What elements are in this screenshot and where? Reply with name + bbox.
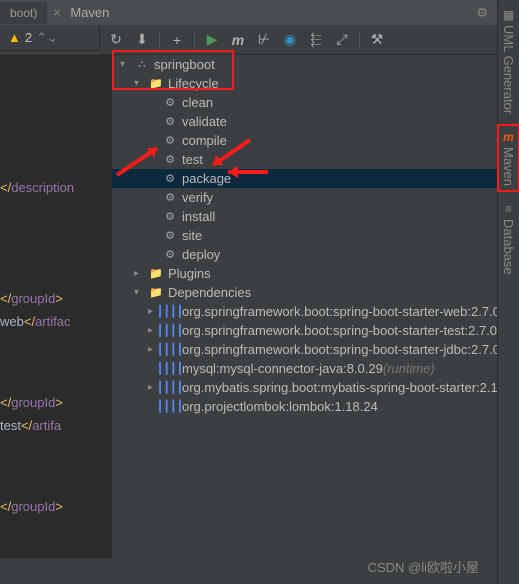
dependency-item[interactable]: ┃┃┃┃ org.projectlombok:lombok:1.18.24 — [112, 397, 519, 416]
settings-icon[interactable]: ⚒ — [365, 28, 389, 52]
goal-label: deploy — [182, 247, 220, 262]
generate-sources-icon[interactable]: ⬇ — [130, 28, 154, 52]
project-node[interactable]: ▾ ⛬ springboot — [112, 55, 519, 74]
problems-bar: ▲ 2 ⌃⌄ — [0, 25, 100, 51]
library-icon: ┃┃┃┃ — [162, 305, 178, 318]
execute-maven-icon[interactable]: m — [226, 28, 250, 52]
dep-label: org.springframework.boot:spring-boot-sta… — [182, 323, 497, 338]
library-icon: ┃┃┃┃ — [162, 343, 178, 356]
library-icon: ┃┃┃┃ — [162, 324, 178, 337]
cycle-icon[interactable]: ◉ — [278, 28, 302, 52]
library-icon: ┃┃┃┃ — [162, 362, 178, 375]
folder-icon: 📁 — [148, 77, 164, 90]
maven-toolbar: ↻ ⬇ + ▶ m ⊬ ◉ ⬱ ⤢ ⚒ — [100, 25, 519, 55]
goal-label: verify — [182, 190, 213, 205]
chevron-down-icon[interactable]: ▾ — [134, 287, 148, 298]
lifecycle-goal-test[interactable]: ⚙ test — [112, 150, 519, 169]
run-icon[interactable]: ▶ — [200, 28, 224, 52]
lifecycle-goal-clean[interactable]: ⚙ clean — [112, 93, 519, 112]
lifecycle-goal-package[interactable]: ⚙ package — [112, 169, 519, 188]
gear-icon: ⚙ — [162, 229, 178, 242]
folder-icon: 📁 — [148, 286, 164, 299]
collapse-all-icon[interactable]: ⤢ — [330, 28, 354, 52]
chevron-right-icon[interactable]: ▸ — [134, 268, 148, 279]
plugins-label: Plugins — [168, 266, 211, 281]
project-label: springboot — [154, 57, 215, 72]
lifecycle-goal-install[interactable]: ⚙ install — [112, 207, 519, 226]
tab-boot[interactable]: boot) — [0, 2, 47, 24]
gear-icon: ⚙ — [162, 248, 178, 261]
lifecycle-goal-compile[interactable]: ⚙ compile — [112, 131, 519, 150]
dependency-item[interactable]: ▸┃┃┃┃org.springframework.boot:spring-boo… — [112, 302, 519, 321]
goal-label: install — [182, 209, 215, 224]
dependency-item[interactable]: ▸┃┃┃┃org.springframework.boot:spring-boo… — [112, 340, 519, 359]
gear-icon: ⚙ — [162, 191, 178, 204]
dep-label: org.mybatis.spring.boot:mybatis-spring-b… — [182, 380, 498, 395]
gear-icon[interactable]: ⚙ — [476, 5, 488, 21]
maven-tool-label: Maven — [501, 147, 516, 186]
db-label: Database — [501, 219, 516, 275]
goal-label: validate — [182, 114, 227, 129]
dep-label: org.projectlombok:lombok:1.18.24 — [182, 399, 378, 414]
toggle-skip-tests-icon[interactable]: ⊬ — [252, 28, 276, 52]
gear-icon: ⚙ — [162, 210, 178, 223]
gear-icon: ⚙ — [162, 96, 178, 109]
panel-title: Maven — [64, 5, 476, 20]
uml-label: UML Generator — [501, 25, 516, 114]
tab-close-icon[interactable]: × — [49, 5, 64, 20]
lifecycle-goal-deploy[interactable]: ⚙ deploy — [112, 245, 519, 264]
top-tab-bar: boot) × Maven ⚙ — — [0, 0, 519, 25]
folder-icon: 📁 — [148, 267, 164, 280]
warning-count: 2 — [25, 30, 32, 45]
dependencies-node[interactable]: ▾ 📁 Dependencies — [112, 283, 519, 302]
library-icon: ┃┃┃┃ — [162, 400, 178, 413]
dependency-item[interactable]: ▸┃┃┃┃org.mybatis.spring.boot:mybatis-spr… — [112, 378, 519, 397]
dep-label: org.springframework.boot:spring-boot-sta… — [182, 342, 500, 357]
chevron-down-icon[interactable]: ▾ — [120, 59, 134, 70]
show-deps-icon[interactable]: ⬱ — [304, 28, 328, 52]
lifecycle-label: Lifecycle — [168, 76, 219, 91]
gear-icon: ⚙ — [162, 134, 178, 147]
uml-generator-tool[interactable]: ▦ UML Generator — [499, 4, 518, 118]
watermark-text: CSDN @li欧啦小屋 — [368, 557, 479, 576]
dep-label: mysql:mysql-connector-java:8.0.29 — [182, 361, 383, 376]
lifecycle-goal-validate[interactable]: ⚙ validate — [112, 112, 519, 131]
dependency-item[interactable]: ┃┃┃┃ mysql:mysql-connector-java:8.0.29 (r… — [112, 359, 519, 378]
goal-label: site — [182, 228, 202, 243]
lifecycle-goal-verify[interactable]: ⚙ verify — [112, 188, 519, 207]
dep-label: org.springframework.boot:spring-boot-sta… — [182, 304, 500, 319]
lifecycle-node[interactable]: ▾ 📁 Lifecycle — [112, 74, 519, 93]
code-editor[interactable]: </description </groupId> web</artifac </… — [0, 55, 112, 558]
plugins-node[interactable]: ▸ 📁 Plugins — [112, 264, 519, 283]
chevron-down-icon[interactable]: ▾ — [134, 78, 148, 89]
database-tool[interactable]: ≡ Database — [499, 198, 518, 279]
maven-icon: m — [503, 130, 514, 144]
uml-icon: ▦ — [503, 8, 514, 22]
goal-label: clean — [182, 95, 213, 110]
right-tool-rail: ▦ UML Generator m Maven ≡ Database — [497, 0, 519, 584]
maven-tool[interactable]: m Maven — [497, 124, 519, 192]
add-icon[interactable]: + — [165, 28, 189, 52]
lifecycle-goal-site[interactable]: ⚙ site — [112, 226, 519, 245]
maven-tree: ▾ ⛬ springboot ▾ 📁 Lifecycle ⚙ clean ⚙ vali… — [112, 55, 519, 558]
deps-label: Dependencies — [168, 285, 251, 300]
chevron-up-down-icon[interactable]: ⌃⌄ — [36, 30, 58, 46]
reload-icon[interactable]: ↻ — [104, 28, 128, 52]
goal-label: compile — [182, 133, 227, 148]
library-icon: ┃┃┃┃ — [162, 381, 178, 394]
goal-label: package — [182, 171, 231, 186]
warning-icon: ▲ — [8, 30, 21, 45]
database-icon: ≡ — [505, 202, 512, 216]
gear-icon: ⚙ — [162, 153, 178, 166]
gear-icon: ⚙ — [162, 115, 178, 128]
dependency-item[interactable]: ▸┃┃┃┃org.springframework.boot:spring-boo… — [112, 321, 519, 340]
maven-project-icon: ⛬ — [134, 58, 150, 71]
dep-scope: (runtime) — [383, 361, 435, 376]
gear-icon: ⚙ — [162, 172, 178, 185]
goal-label: test — [182, 152, 203, 167]
